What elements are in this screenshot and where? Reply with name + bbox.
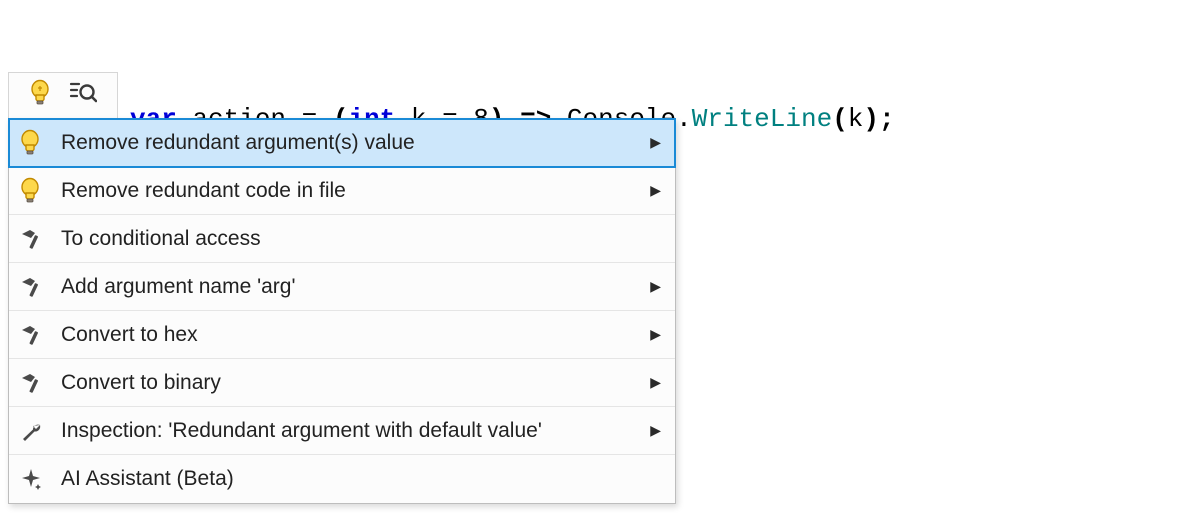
menu-item-label: Convert to hex: [57, 323, 641, 347]
hammer-icon: [19, 323, 57, 347]
menu-item-label: Add argument name 'arg': [57, 275, 641, 299]
lightbulb-icon: [19, 129, 57, 157]
hammer-icon: [19, 227, 57, 251]
find-usages-icon[interactable]: [67, 78, 97, 113]
submenu-arrow-icon: ▶: [641, 422, 661, 439]
submenu-arrow-icon: ▶: [641, 326, 661, 343]
method-writeline: WriteLine: [692, 104, 832, 134]
menu-item-label: Remove redundant code in file: [57, 179, 641, 203]
menu-item-label: Remove redundant argument(s) value: [57, 131, 641, 155]
quick-fix-gutter[interactable]: [8, 72, 118, 118]
menu-convert-hex[interactable]: Convert to hex ▶: [9, 311, 675, 359]
menu-remove-redundant-argument[interactable]: Remove redundant argument(s) value ▶: [9, 119, 675, 167]
menu-remove-redundant-code-file[interactable]: Remove redundant code in file ▶: [9, 167, 675, 215]
menu-item-label: AI Assistant (Beta): [57, 467, 641, 491]
wrench-icon: [19, 419, 57, 443]
menu-add-argument-name[interactable]: Add argument name 'arg' ▶: [9, 263, 675, 311]
lightbulb-icon[interactable]: [29, 79, 51, 112]
menu-inspection[interactable]: Inspection: 'Redundant argument with def…: [9, 407, 675, 455]
quick-fix-menu: Remove redundant argument(s) value ▶ Rem…: [8, 118, 676, 504]
submenu-arrow-icon: ▶: [641, 374, 661, 391]
menu-convert-binary[interactable]: Convert to binary ▶: [9, 359, 675, 407]
menu-item-label: To conditional access: [57, 227, 641, 251]
submenu-arrow-icon: ▶: [641, 182, 661, 199]
submenu-arrow-icon: ▶: [641, 278, 661, 295]
submenu-arrow-icon: ▶: [641, 134, 661, 151]
hammer-icon: [19, 371, 57, 395]
menu-item-label: Convert to binary: [57, 371, 641, 395]
menu-ai-assistant[interactable]: AI Assistant (Beta): [9, 455, 675, 503]
sparkle-icon: [19, 467, 57, 491]
menu-to-conditional-access[interactable]: To conditional access: [9, 215, 675, 263]
hammer-icon: [19, 275, 57, 299]
lightbulb-icon: [19, 177, 57, 205]
menu-item-label: Inspection: 'Redundant argument with def…: [57, 419, 641, 443]
